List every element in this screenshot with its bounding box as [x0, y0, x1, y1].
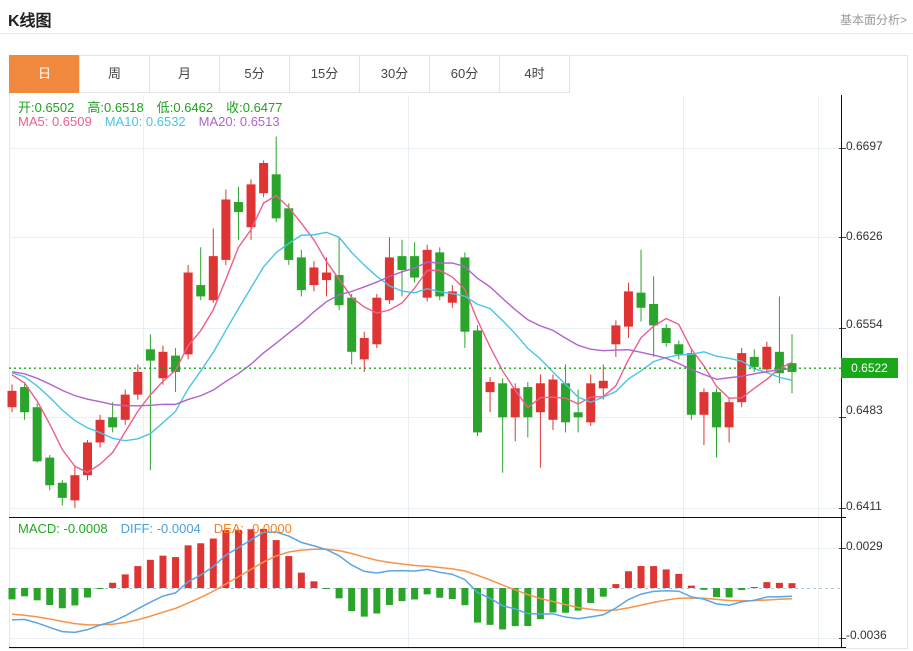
close-value: 收:0.6477 — [226, 100, 283, 115]
price-axis-label: 0.6411 — [846, 499, 882, 513]
candle-body — [359, 337, 369, 360]
candle-body — [762, 346, 772, 370]
macd-axis-label: 0.0029 — [846, 539, 883, 553]
high-value: 高:0.6518 — [87, 100, 144, 115]
candle-body — [498, 383, 508, 418]
candle-body — [724, 402, 734, 428]
candle-body — [20, 387, 30, 413]
candle-body — [32, 407, 42, 462]
tab-60min[interactable]: 60分 — [429, 55, 500, 93]
price-axis-label: 0.6483 — [846, 403, 883, 417]
period-tabbar: 日 周 月 5分 15分 30分 60分 4时 — [9, 55, 570, 93]
macd-axis-label: -0.0036 — [846, 628, 887, 642]
title-divider — [0, 33, 913, 34]
macd-legend: MACD: -0.0008 DIFF: -0.0004 DEA: -0.0000 — [18, 521, 305, 536]
price-axis-label: 0.6697 — [846, 139, 883, 153]
candle-body — [45, 457, 55, 486]
candle-body — [573, 412, 583, 418]
ma20-value: MA20: 0.6513 — [198, 114, 280, 129]
candle-body — [296, 257, 306, 291]
candle-body — [460, 257, 470, 332]
candle-body — [70, 475, 80, 501]
ma10-value: MA10: 0.6532 — [104, 114, 186, 129]
tab-week[interactable]: 周 — [79, 55, 150, 93]
candle-body — [309, 267, 319, 286]
candle-body — [749, 356, 759, 367]
current-price-badge: 0.6522 — [841, 358, 898, 378]
candle-body — [384, 257, 394, 301]
candle-body — [611, 325, 621, 345]
candle-body — [397, 256, 407, 270]
candle-body — [674, 344, 684, 355]
candle-body — [221, 199, 231, 260]
macd-value: MACD: -0.0008 — [18, 521, 108, 536]
candle-body — [284, 208, 294, 260]
tab-5min[interactable]: 5分 — [219, 55, 290, 93]
candle-body — [133, 371, 143, 395]
candle-body — [322, 272, 332, 281]
candle-body — [246, 184, 256, 228]
candle-body — [636, 292, 646, 308]
candles — [7, 136, 797, 508]
candle-body — [7, 390, 17, 408]
candle-body — [686, 353, 696, 415]
candle-body — [233, 202, 243, 213]
candle-body — [57, 482, 67, 498]
candle-body — [120, 394, 130, 420]
candle-body — [649, 303, 659, 326]
page-title: K线图 — [8, 13, 52, 30]
candle-body — [347, 297, 357, 352]
ma-legend: MA5: 0.6509 MA10: 0.6532 MA20: 0.6513 — [18, 114, 293, 129]
fundamental-analysis-link[interactable]: 基本面分析> — [840, 11, 907, 28]
candle-body — [208, 256, 218, 301]
candle-body — [598, 380, 608, 389]
diff-line — [11, 531, 793, 634]
low-value: 低:0.6462 — [156, 100, 214, 115]
grid-lines — [9, 95, 846, 648]
kline-chart-canvas[interactable] — [0, 95, 913, 651]
candle-body — [510, 388, 520, 418]
tab-day[interactable]: 日 — [9, 55, 80, 93]
open-value: 开:0.6502 — [18, 100, 75, 115]
ma5-value: MA5: 0.6509 — [18, 114, 92, 129]
tab-4hour[interactable]: 4时 — [499, 55, 570, 93]
candle-body — [472, 330, 482, 433]
candle-body — [623, 291, 633, 327]
candle-body — [561, 383, 571, 423]
tab-month[interactable]: 月 — [149, 55, 220, 93]
candle-body — [548, 379, 558, 420]
candle-body — [712, 392, 722, 428]
candle-body — [108, 417, 118, 428]
candle-body — [661, 327, 671, 344]
candle-body — [435, 252, 445, 297]
dea-value: DEA: -0.0000 — [213, 521, 292, 536]
diff-value: DIFF: -0.0004 — [120, 521, 201, 536]
candle-body — [145, 349, 155, 361]
tab-15min[interactable]: 15分 — [289, 55, 360, 93]
candle-body — [158, 351, 168, 379]
tab-30min[interactable]: 30分 — [359, 55, 430, 93]
candle-body — [196, 285, 206, 297]
candle-body — [259, 162, 269, 194]
candle-body — [485, 382, 495, 393]
price-axis-label: 0.6554 — [846, 317, 883, 331]
price-axis-label: 0.6626 — [846, 229, 883, 243]
candle-body — [699, 392, 709, 415]
pane-borders — [9, 95, 846, 648]
candle-body — [372, 297, 382, 345]
